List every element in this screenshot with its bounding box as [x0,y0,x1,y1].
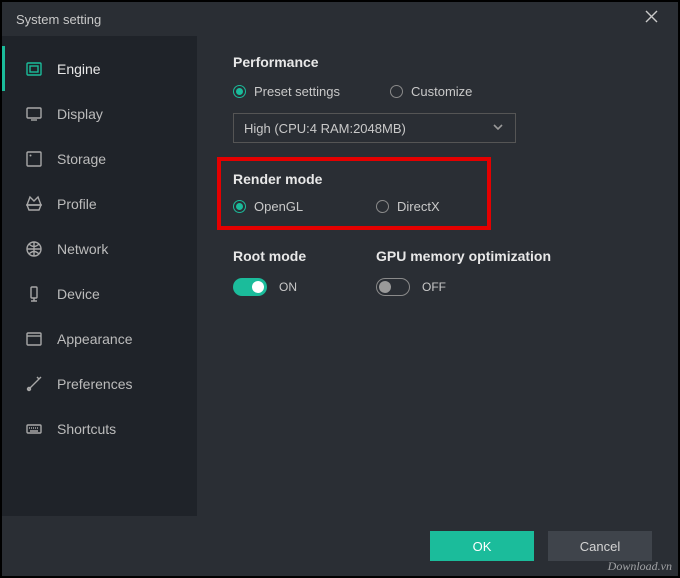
shortcuts-icon [25,420,43,438]
sidebar-item-engine[interactable]: Engine [2,46,197,91]
network-icon [25,240,43,258]
sidebar: Engine Display Storage Profile [2,36,197,516]
footer: OK Cancel [2,516,678,576]
gpu-opt-toggle[interactable] [376,278,410,296]
body: Engine Display Storage Profile [2,36,678,516]
root-mode-title: Root mode [233,248,376,264]
sidebar-item-shortcuts[interactable]: Shortcuts [2,406,197,451]
sidebar-item-label: Appearance [57,331,133,347]
select-value: High (CPU:4 RAM:2048MB) [244,121,406,136]
sidebar-item-display[interactable]: Display [2,91,197,136]
storage-icon [25,150,43,168]
render-mode-row: OpenGL DirectX [233,199,475,214]
radio-opengl[interactable]: OpenGL [233,199,376,214]
sidebar-item-label: Device [57,286,100,302]
radio-label: DirectX [397,199,440,214]
engine-icon [25,60,43,78]
window-title: System setting [16,12,101,27]
chevron-down-icon [491,120,505,137]
main-panel: Performance Preset settings Customize Hi… [197,36,678,516]
titlebar: System setting [2,2,678,36]
sidebar-item-label: Network [57,241,108,257]
radio-dot-icon [390,85,403,98]
root-mode-state: ON [279,280,297,294]
render-mode-highlight: Render mode OpenGL DirectX [217,157,491,230]
ok-button[interactable]: OK [430,531,534,561]
sidebar-item-label: Profile [57,196,97,212]
sidebar-item-preferences[interactable]: Preferences [2,361,197,406]
device-icon [25,285,43,303]
cancel-button[interactable]: Cancel [548,531,652,561]
gpu-opt-block: GPU memory optimization OFF [376,248,642,296]
settings-window: System setting Engine Display [2,2,678,576]
preset-select[interactable]: High (CPU:4 RAM:2048MB) [233,113,516,143]
radio-preset-settings[interactable]: Preset settings [233,84,376,99]
sidebar-item-appearance[interactable]: Appearance [2,316,197,361]
profile-icon [25,195,43,213]
preferences-icon [25,375,43,393]
radio-dot-icon [376,200,389,213]
toggle-knob [252,281,264,293]
root-toggle-row: ON [233,278,376,296]
sidebar-item-label: Storage [57,151,106,167]
radio-label: OpenGL [254,199,303,214]
gpu-opt-title: GPU memory optimization [376,248,642,264]
performance-radio-row: Preset settings Customize [233,84,642,99]
radio-dot-icon [233,85,246,98]
sidebar-item-profile[interactable]: Profile [2,181,197,226]
radio-directx[interactable]: DirectX [376,199,440,214]
sidebar-item-network[interactable]: Network [2,226,197,271]
display-icon [25,105,43,123]
sidebar-item-label: Shortcuts [57,421,116,437]
modes-row: Root mode ON GPU memory optimization OFF [233,248,642,296]
performance-title: Performance [233,54,642,70]
close-icon[interactable] [639,6,664,32]
render-mode-title: Render mode [233,171,475,187]
gpu-toggle-row: OFF [376,278,642,296]
radio-dot-icon [233,200,246,213]
root-mode-toggle[interactable] [233,278,267,296]
appearance-icon [25,330,43,348]
sidebar-item-storage[interactable]: Storage [2,136,197,181]
radio-customize[interactable]: Customize [390,84,472,99]
toggle-knob [379,281,391,293]
radio-label: Preset settings [254,84,340,99]
radio-label: Customize [411,84,472,99]
sidebar-item-label: Preferences [57,376,132,392]
sidebar-item-device[interactable]: Device [2,271,197,316]
sidebar-item-label: Engine [57,61,101,77]
gpu-opt-state: OFF [422,280,446,294]
sidebar-item-label: Display [57,106,103,122]
root-mode-block: Root mode ON [233,248,376,296]
